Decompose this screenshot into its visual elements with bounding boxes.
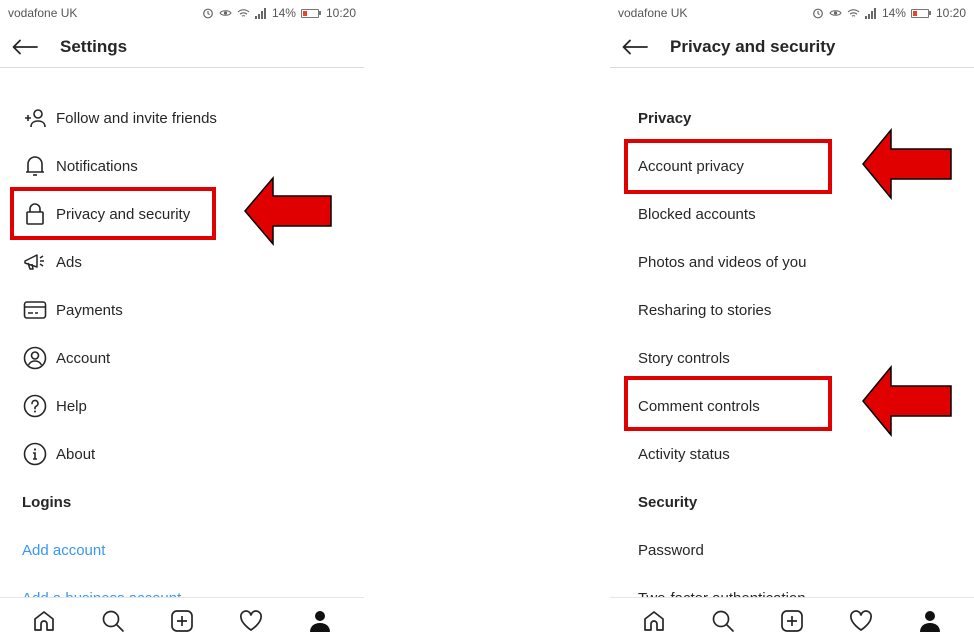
- back-arrow-icon: [622, 39, 648, 54]
- add-person-icon: [22, 105, 48, 131]
- carrier-label: vodafone UK: [618, 6, 688, 20]
- page-title: Privacy and security: [670, 36, 836, 56]
- new-post-icon: [781, 609, 803, 632]
- profile-icon: [919, 610, 940, 632]
- clock: 10:20: [935, 6, 966, 20]
- tab-home[interactable]: [639, 606, 669, 636]
- menu-item-label: Account: [56, 349, 111, 367]
- tab-search[interactable]: [98, 606, 128, 636]
- info-icon: [22, 441, 48, 467]
- tab-activity[interactable]: [846, 606, 876, 636]
- section-heading-security: Security: [638, 493, 698, 511]
- tab-profile[interactable]: [915, 606, 945, 636]
- eye-comfort-icon: [219, 10, 232, 16]
- card-icon: [22, 297, 48, 323]
- menu-item-activity-status[interactable]: Activity status: [610, 434, 974, 474]
- back-arrow-icon: [12, 39, 38, 54]
- signal-icon: [864, 7, 876, 19]
- help-icon: [22, 393, 48, 419]
- privacy-security-screen: vodafone UK 14% 10:20 Privacy and securi…: [610, 0, 974, 643]
- menu-item-label: About: [56, 445, 96, 463]
- search-icon: [102, 610, 125, 632]
- tab-activity[interactable]: [236, 606, 266, 636]
- carrier-label: vodafone UK: [8, 6, 78, 20]
- menu-item-label: Follow and invite friends: [56, 109, 217, 127]
- status-bar: vodafone UK 14% 10:20: [610, 0, 974, 26]
- menu-item-password[interactable]: Password: [610, 530, 974, 570]
- menu-item-ads[interactable]: Ads: [0, 242, 364, 282]
- tab-home[interactable]: [29, 606, 59, 636]
- menu-item-help[interactable]: Help: [0, 386, 364, 426]
- tab-new-post[interactable]: [777, 606, 807, 636]
- menu-item-follow-invite[interactable]: Follow and invite friends: [0, 98, 364, 138]
- battery-percent: 14%: [881, 6, 906, 20]
- highlight-box-comment-controls: [624, 376, 832, 431]
- back-button[interactable]: [622, 32, 656, 62]
- pointer-arrow-icon: [862, 128, 952, 200]
- battery-icon: [300, 8, 321, 18]
- profile-icon: [309, 610, 330, 632]
- bell-icon: [22, 153, 48, 179]
- settings-screen: vodafone UK 14% 10:20 Settings Follow an…: [0, 0, 364, 643]
- menu-item-label: Help: [56, 397, 87, 415]
- menu-item-label: Notifications: [56, 157, 138, 175]
- battery-percent: 14%: [271, 6, 296, 20]
- privacy-header: Privacy and security: [610, 26, 974, 68]
- menu-item-label: Payments: [56, 301, 123, 319]
- pointer-arrow-icon: [244, 176, 332, 246]
- account-circle-icon: [22, 345, 48, 371]
- menu-item-resharing-to-stories[interactable]: Resharing to stories: [610, 290, 974, 330]
- section-heading-logins: Logins: [22, 493, 72, 511]
- status-icons: 14% 10:20: [812, 6, 966, 20]
- wifi-icon: [847, 8, 860, 17]
- status-bar: vodafone UK 14% 10:20: [0, 0, 364, 26]
- activity-heart-icon: [239, 609, 262, 631]
- signal-icon: [254, 7, 266, 19]
- new-post-icon: [171, 609, 193, 632]
- menu-item-about[interactable]: About: [0, 434, 364, 474]
- menu-item-account[interactable]: Account: [0, 338, 364, 378]
- menu-item-blocked-accounts[interactable]: Blocked accounts: [610, 194, 974, 234]
- status-icons: 14% 10:20: [202, 6, 356, 20]
- bottom-tab-bar: [610, 597, 974, 643]
- pointer-arrow-icon: [862, 365, 952, 437]
- highlight-box-account-privacy: [624, 139, 832, 194]
- menu-item-label: Ads: [56, 253, 82, 271]
- clock: 10:20: [325, 6, 356, 20]
- home-icon: [644, 610, 665, 631]
- megaphone-icon: [22, 249, 48, 275]
- bottom-tab-bar: [0, 597, 364, 643]
- tab-search[interactable]: [708, 606, 738, 636]
- home-icon: [34, 610, 55, 631]
- page-title: Settings: [60, 36, 128, 56]
- alarm-icon: [203, 8, 213, 19]
- search-icon: [712, 610, 735, 632]
- back-button[interactable]: [12, 32, 46, 62]
- battery-icon: [910, 8, 931, 18]
- eye-comfort-icon: [829, 10, 842, 16]
- add-account-link[interactable]: Add account: [0, 530, 364, 570]
- menu-item-photos-videos-of-you[interactable]: Photos and videos of you: [610, 242, 974, 282]
- wifi-icon: [237, 8, 250, 17]
- settings-header: Settings: [0, 26, 364, 68]
- highlight-box-privacy-security: [10, 187, 216, 240]
- tab-profile[interactable]: [305, 606, 335, 636]
- menu-item-payments[interactable]: Payments: [0, 290, 364, 330]
- alarm-icon: [813, 8, 823, 19]
- activity-heart-icon: [849, 609, 872, 631]
- tab-new-post[interactable]: [167, 606, 197, 636]
